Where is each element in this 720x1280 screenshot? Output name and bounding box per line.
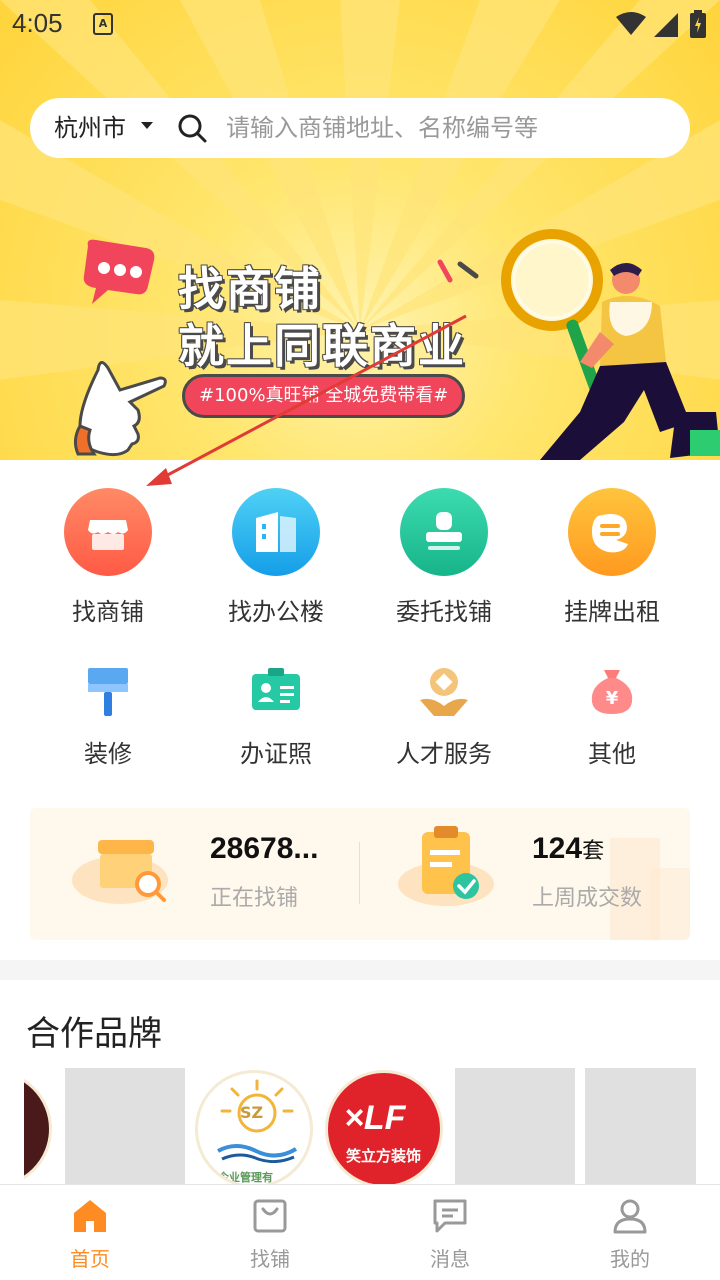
talent-icon — [414, 660, 474, 720]
service-talent[interactable]: 人才服务 — [360, 660, 528, 769]
status-time: 4:05 — [12, 8, 63, 38]
status-bar: 4:05 A — [0, 0, 720, 50]
search-icon — [178, 114, 207, 143]
signal-icon — [654, 13, 678, 37]
service-label: 人才服务 — [396, 740, 492, 768]
service-label: 办证照 — [240, 740, 312, 768]
brand-logo-sz-caption: 企业管理有 — [218, 1171, 273, 1184]
caret-down-icon[interactable] — [141, 122, 153, 129]
storefront-icon — [64, 488, 152, 576]
service-find-office[interactable]: 找办公楼 — [192, 488, 360, 627]
stats-card: 28678... 正在找铺 124套 上周成交数 — [30, 808, 690, 940]
brand-logo-sz-text: SZ — [240, 1103, 264, 1122]
battery-icon — [690, 10, 706, 38]
brands-title: 合作品牌 — [26, 1014, 162, 1054]
service-label: 其他 — [588, 740, 636, 768]
svg-text:¥: ¥ — [606, 688, 619, 709]
service-label: 找办公楼 — [228, 598, 324, 626]
stamp-icon — [400, 488, 488, 576]
clipboard-check-icon — [398, 826, 494, 906]
service-other[interactable]: ¥ 其他 — [528, 660, 696, 769]
nav-home[interactable]: 首页 — [0, 1185, 180, 1280]
paint-roller-icon — [78, 660, 138, 720]
brand-tile[interactable] — [455, 1068, 575, 1184]
nav-messages[interactable]: 消息 — [360, 1185, 540, 1280]
search-input[interactable] — [226, 98, 666, 158]
money-bag-icon: ¥ — [582, 660, 642, 720]
promo-banner[interactable]: 4:05 A 杭州市 找商铺 就上同联商业 #100%真旺铺 全城免费带看# — [0, 0, 720, 460]
stat-divider — [359, 842, 360, 904]
service-list-rent[interactable]: 挂牌出租 — [528, 488, 696, 627]
brand-logo-xlf-mark: ×LF — [344, 1099, 406, 1137]
service-label: 找商铺 — [72, 598, 144, 626]
nav-find-shop[interactable]: 找铺 — [180, 1185, 360, 1280]
city-selector[interactable]: 杭州市 — [54, 98, 126, 158]
stat-deals-unit: 套 — [582, 838, 605, 863]
search-bar: 杭州市 — [30, 98, 690, 158]
service-license[interactable]: 办证照 — [192, 660, 360, 769]
service-label: 挂牌出租 — [564, 598, 660, 626]
pointing-hand-icon — [73, 361, 167, 457]
shopping-bag-icon — [253, 1199, 287, 1233]
service-find-shop[interactable]: 找商铺 — [24, 488, 192, 627]
banner-title-line2: 就上同联商业 — [178, 319, 466, 373]
sparkle-lines-icon — [437, 259, 479, 283]
shop-search-icon — [72, 840, 168, 904]
stat-deals-value-wrap: 124套 — [532, 832, 604, 866]
stat-searching-value: 28678... — [210, 832, 319, 865]
stat-deals-label: 上周成交数 — [532, 886, 643, 911]
home-icon — [74, 1200, 106, 1232]
profile-icon — [613, 1199, 647, 1234]
service-entrust-find[interactable]: 委托找铺 — [360, 488, 528, 627]
message-icon — [433, 1199, 467, 1233]
office-building-icon — [232, 488, 320, 576]
brand-logo-xlf[interactable]: ×LF 笑立方装饰 — [325, 1070, 443, 1184]
nav-profile[interactable]: 我的 — [540, 1185, 720, 1280]
person-illustration — [540, 263, 720, 460]
banner-tagline: #100%真旺铺 全城免费带看# — [182, 374, 466, 418]
stat-deals: 124套 上周成交数 — [392, 808, 690, 940]
section-divider — [0, 960, 720, 980]
brand-tile[interactable] — [585, 1068, 696, 1184]
stat-searching-label: 正在找铺 — [210, 886, 299, 911]
service-label: 装修 — [84, 740, 132, 768]
service-label: 委托找铺 — [396, 598, 492, 626]
wave-logo-icon — [217, 1144, 298, 1163]
notification-icon: A — [93, 13, 113, 35]
id-card-icon — [246, 660, 306, 720]
nav-label: 首页 — [70, 1247, 110, 1271]
stat-searching: 28678... 正在找铺 — [70, 808, 360, 940]
nav-label: 我的 — [610, 1247, 650, 1271]
brand-carousel[interactable]: SZ 企业管理有 ×LF 笑立方装饰 — [24, 1068, 696, 1184]
brand-tile[interactable] — [65, 1068, 185, 1184]
nav-label: 找铺 — [250, 1247, 290, 1271]
brand-logo-xlf-text: 笑立方装饰 — [346, 1147, 422, 1165]
brand-logo-sz[interactable]: SZ 企业管理有 — [195, 1070, 313, 1184]
nav-label: 消息 — [430, 1247, 470, 1271]
brand-logo-partial[interactable] — [24, 1070, 52, 1184]
service-decoration[interactable]: 装修 — [24, 660, 192, 769]
wifi-icon — [616, 12, 646, 35]
bottom-navigation: 首页 找铺 消息 我的 — [0, 1184, 720, 1280]
rent-sign-icon — [568, 488, 656, 576]
chat-bubble-icon — [83, 239, 155, 304]
stat-deals-value: 124 — [532, 832, 583, 865]
